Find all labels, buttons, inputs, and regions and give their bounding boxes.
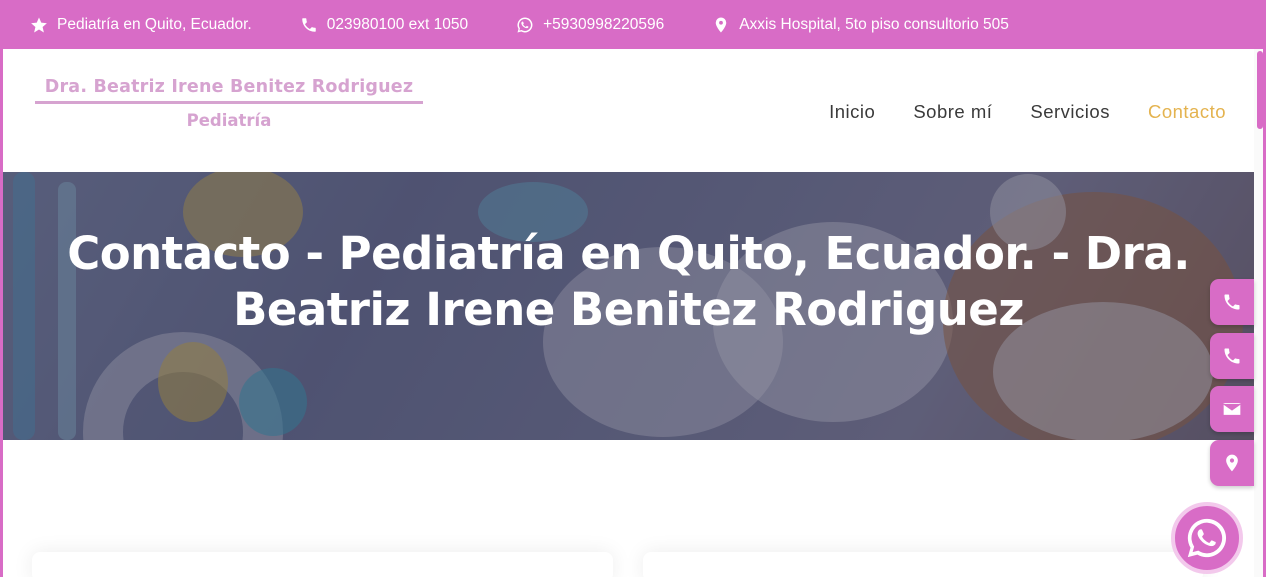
- whatsapp-icon: [517, 17, 533, 32]
- logo-name: Dra. Beatriz Irene Benitez Rodriguez: [35, 77, 423, 104]
- topbar-whatsapp-text[interactable]: +5930998220596: [543, 16, 664, 34]
- content-card-right: [643, 552, 1203, 577]
- topbar-phone[interactable]: 023980100 ext 1050: [300, 16, 468, 34]
- site-header: Dra. Beatriz Irene Benitez Rodriguez Ped…: [3, 49, 1254, 172]
- scrollbar-thumb[interactable]: [1257, 51, 1263, 129]
- phone-icon: [1224, 294, 1240, 310]
- nav-item-servicios[interactable]: Servicios: [1030, 101, 1110, 123]
- nav-item-inicio[interactable]: Inicio: [829, 101, 875, 123]
- topbar-whatsapp[interactable]: +5930998220596: [516, 16, 664, 34]
- nav-item-sobre-mi[interactable]: Sobre mí: [913, 101, 992, 123]
- site-logo[interactable]: Dra. Beatriz Irene Benitez Rodriguez Ped…: [35, 77, 423, 130]
- topbar-location-text: Pediatría en Quito, Ecuador.: [57, 15, 252, 33]
- page-title: Contacto - Pediatría en Quito, Ecuador. …: [67, 227, 1190, 336]
- content-card-left: [32, 552, 613, 577]
- nav-item-contacto[interactable]: Contacto: [1136, 90, 1226, 126]
- whatsapp-icon: [1187, 518, 1227, 558]
- topbar-location: Pediatría en Quito, Ecuador.: [30, 16, 252, 34]
- float-phone-button-2[interactable]: [1210, 333, 1254, 379]
- float-phone-button-1[interactable]: [1210, 279, 1254, 325]
- phone-icon: [1224, 348, 1240, 364]
- map-pin-icon: [1226, 454, 1238, 472]
- logo-specialty: Pediatría: [186, 111, 272, 130]
- topbar-phone-text[interactable]: 023980100 ext 1050: [327, 16, 468, 34]
- phone-icon: [301, 17, 316, 32]
- hero-banner: Contacto - Pediatría en Quito, Ecuador. …: [3, 172, 1254, 440]
- top-info-bar: Pediatría en Quito, Ecuador. 023980100 e…: [0, 0, 1266, 49]
- topbar-address-text: Axxis Hospital, 5to piso consultorio 505: [739, 15, 1009, 33]
- map-pin-icon: [715, 17, 727, 32]
- topbar-address: Axxis Hospital, 5to piso consultorio 505: [712, 16, 1009, 34]
- float-location-button[interactable]: [1210, 440, 1254, 486]
- whatsapp-float-button[interactable]: [1171, 502, 1243, 574]
- envelope-icon: [1223, 403, 1241, 415]
- float-email-button[interactable]: [1210, 386, 1254, 432]
- page-scrollbar[interactable]: [1254, 49, 1266, 577]
- star-icon: [31, 17, 47, 32]
- main-nav: Inicio Sobre mí Servicios Contacto: [791, 90, 1226, 126]
